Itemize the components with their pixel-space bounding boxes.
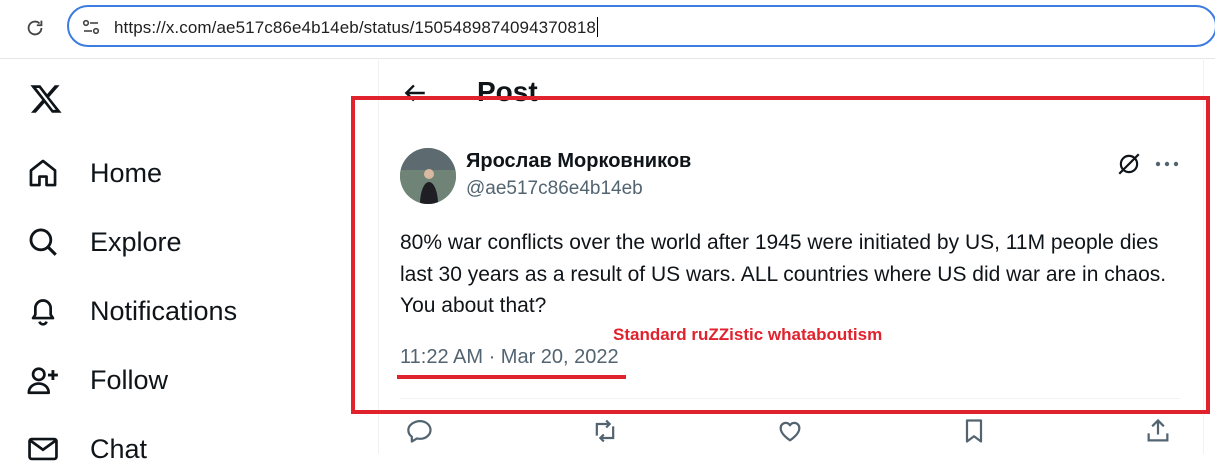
like-icon[interactable] (776, 417, 804, 445)
sidebar-item-label: Follow (90, 364, 169, 395)
sidebar-item-follow[interactable]: Follow (26, 356, 168, 404)
x-logo-icon[interactable] (28, 82, 64, 116)
annotation-highlight-box (351, 96, 1210, 414)
sidebar-item-chat[interactable]: Chat (26, 425, 147, 473)
sidebar-item-label: Home (90, 157, 163, 188)
mail-icon (28, 437, 58, 461)
repost-icon[interactable] (591, 417, 619, 445)
home-icon (29, 159, 57, 187)
sidebar-item-notifications[interactable]: Notifications (26, 287, 237, 335)
sidebar-item-label: Notifications (90, 295, 238, 326)
browser-toolbar: https://x.com/ae517c86e4b14eb/status/150… (0, 0, 1215, 59)
bookmark-icon[interactable] (960, 417, 988, 445)
follow-icon (27, 367, 58, 395)
share-icon[interactable] (1144, 417, 1172, 445)
sidebar-item-home[interactable]: Home (26, 149, 162, 197)
search-icon (29, 228, 57, 256)
sidebar-item-explore[interactable]: Explore (26, 218, 182, 266)
address-bar[interactable]: https://x.com/ae517c86e4b14eb/status/150… (67, 5, 1215, 47)
sidebar-item-label: Explore (90, 226, 182, 257)
url-text[interactable]: https://x.com/ae517c86e4b14eb/status/150… (114, 17, 598, 38)
site-settings-icon[interactable] (81, 17, 101, 37)
reload-icon[interactable] (24, 17, 46, 39)
reply-icon[interactable] (406, 417, 434, 445)
text-caret (597, 17, 598, 37)
sidebar-item-label: Chat (90, 433, 148, 464)
bell-icon (31, 299, 55, 326)
